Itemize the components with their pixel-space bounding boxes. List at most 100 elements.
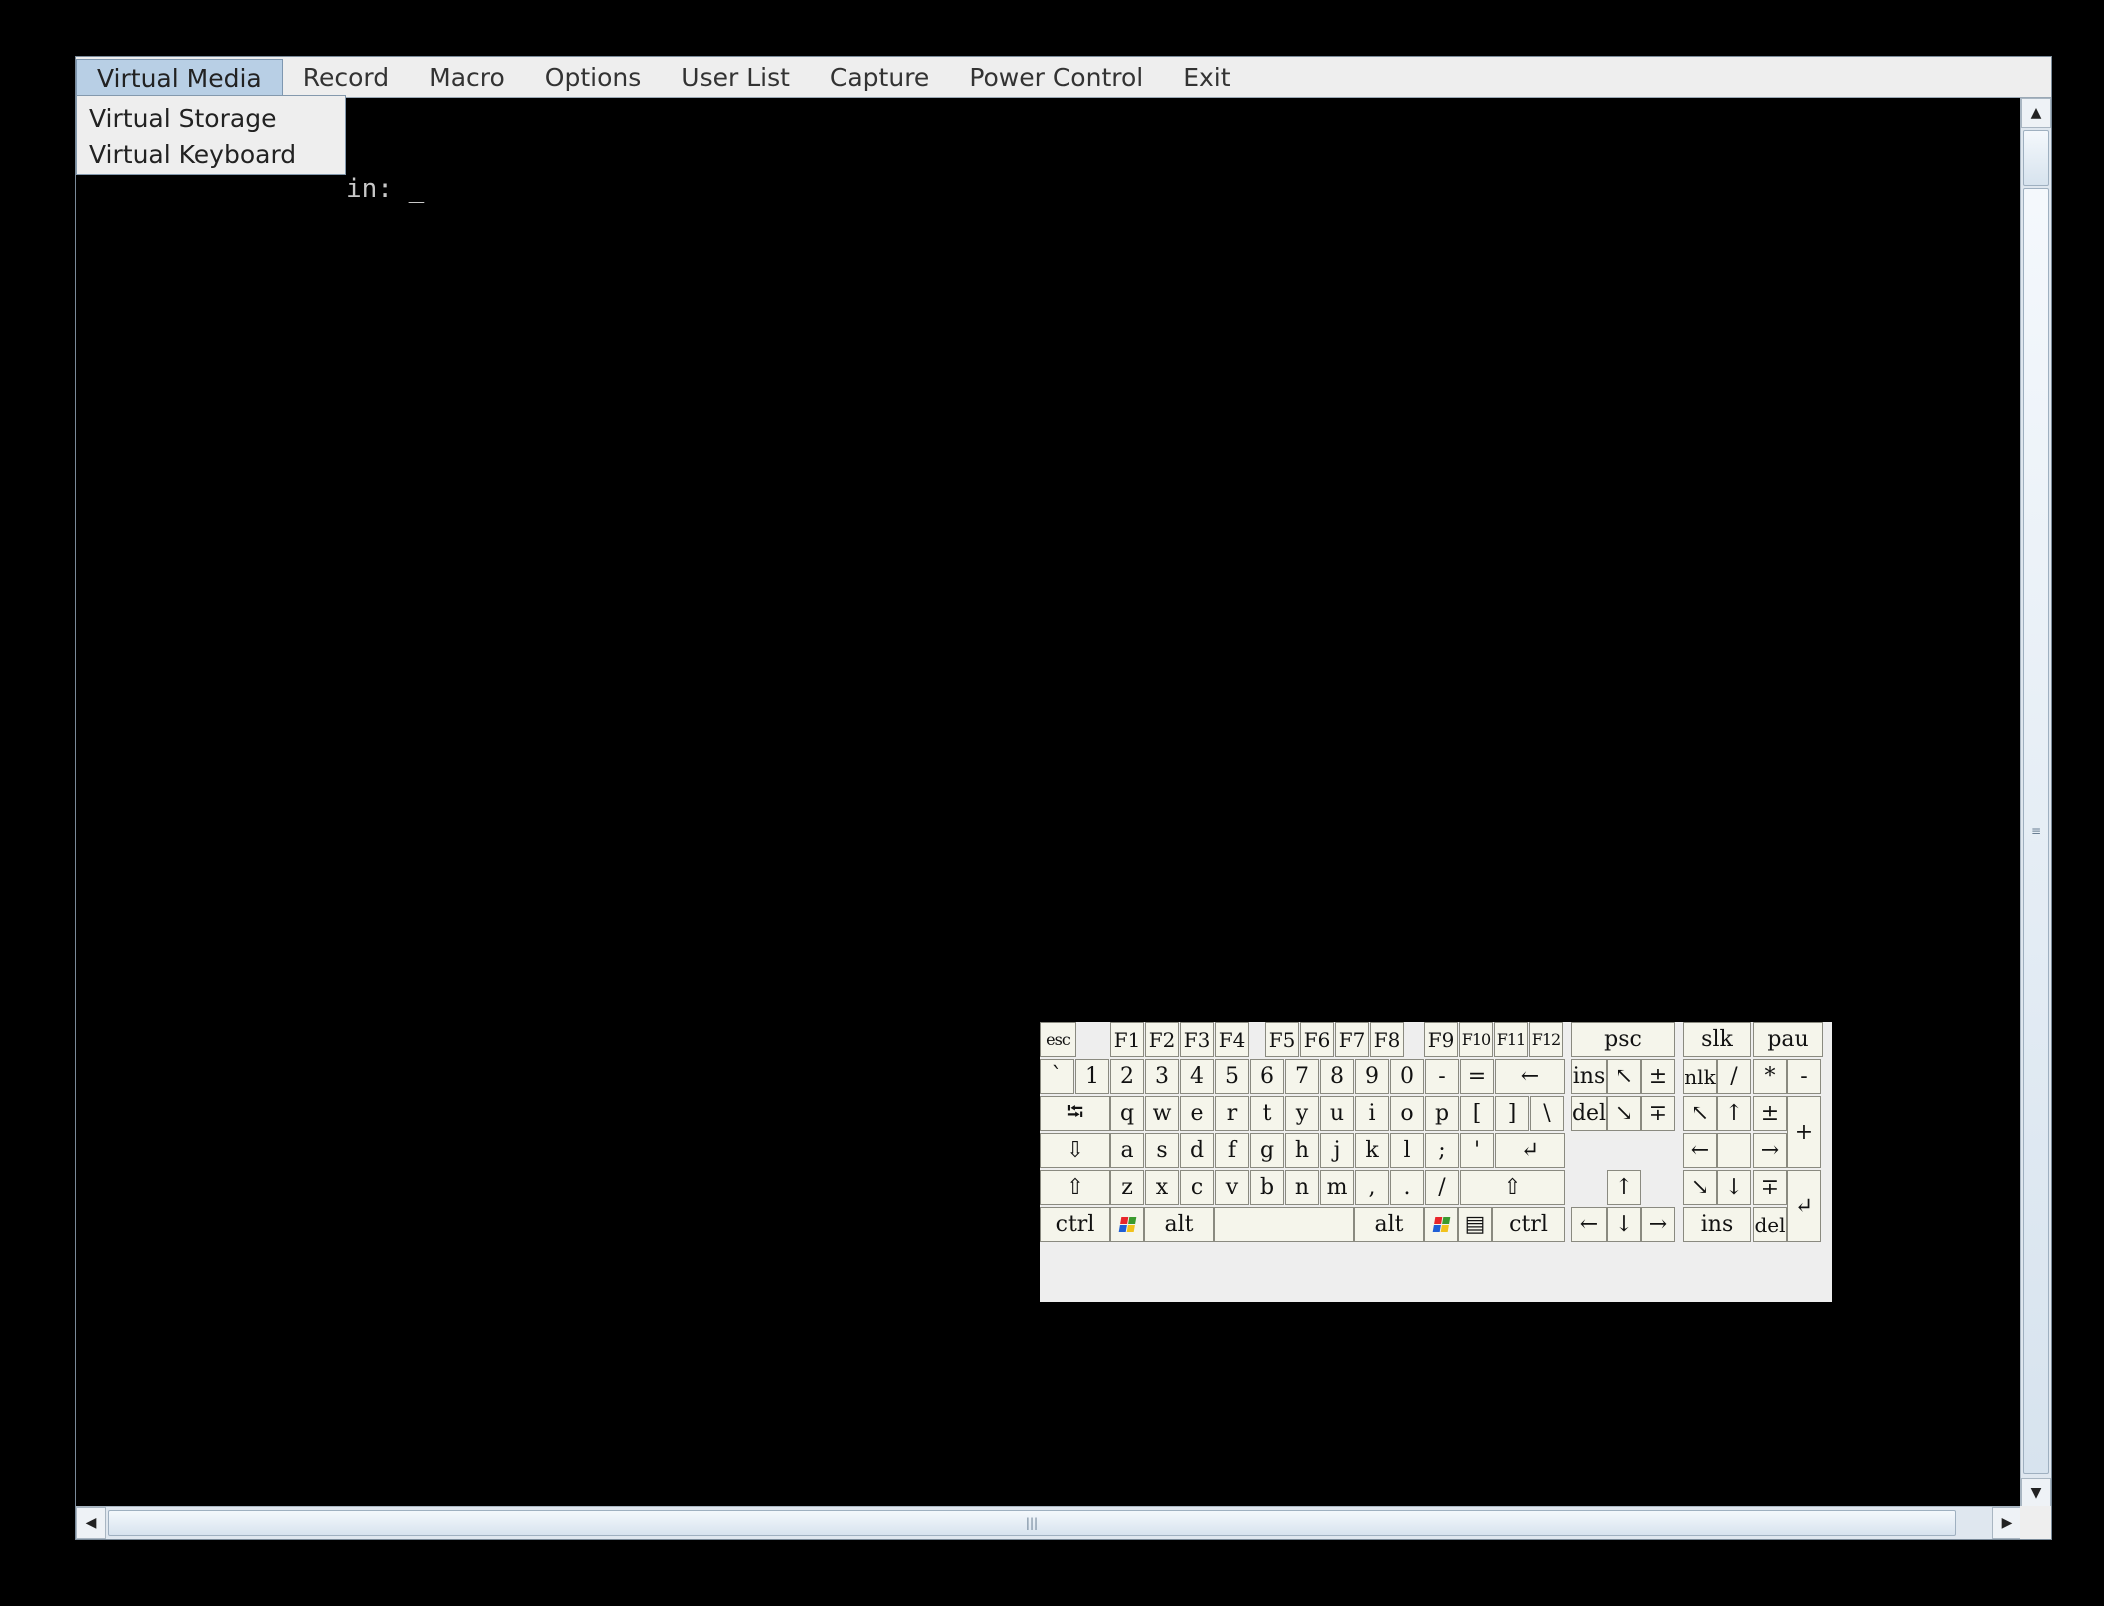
key-arrow-up[interactable]: ↑ [1607,1170,1641,1205]
key-np-divide[interactable]: / [1717,1059,1751,1094]
key-4-n4[interactable]: 4 [1180,1059,1214,1094]
menu-virtual-media[interactable]: Virtual Media [76,58,283,96]
key-x-z2[interactable]: x [1145,1170,1179,1205]
key-3-n3[interactable]: 3 [1145,1059,1179,1094]
key-space[interactable] [1214,1207,1354,1242]
key-left-shift[interactable]: ⇧ [1040,1170,1110,1205]
key-sym-n11[interactable]: - [1425,1059,1459,1094]
key-sym-z9[interactable]: . [1390,1170,1424,1205]
menu-power-control[interactable]: Power Control [949,59,1163,96]
key-np-5[interactable] [1717,1133,1751,1168]
key-g-a5[interactable]: g [1250,1133,1284,1168]
key-np-6[interactable]: → [1753,1133,1787,1168]
key-f4[interactable]: F4 [1215,1022,1249,1057]
key-d-a3[interactable]: d [1180,1133,1214,1168]
key-9-n9[interactable]: 9 [1355,1059,1389,1094]
key-left-win[interactable] [1110,1207,1144,1242]
key-right-ctrl[interactable]: ctrl [1492,1207,1565,1242]
key-sym-n12[interactable]: = [1460,1059,1494,1094]
key-p-q10[interactable]: p [1425,1096,1459,1131]
key-np-ins[interactable]: ins [1683,1207,1751,1242]
key-np-9[interactable]: ± [1753,1096,1787,1131]
key-nav-home[interactable]: ↖ [1607,1059,1641,1094]
key-pau[interactable]: pau [1753,1022,1823,1057]
key-f3[interactable]: F3 [1180,1022,1214,1057]
key-n-z6[interactable]: n [1285,1170,1319,1205]
key-8-n8[interactable]: 8 [1320,1059,1354,1094]
key-sym-a11[interactable]: ' [1460,1133,1494,1168]
menu-item-virtual-storage[interactable]: Virtual Storage [77,101,345,137]
vertical-scrollbar[interactable]: ▲ ≡ ▼ [2020,98,2051,1508]
key-sym-z10[interactable]: / [1425,1170,1459,1205]
key-numlock[interactable]: nlk [1683,1059,1717,1094]
key-np-2[interactable]: ↓ [1717,1170,1751,1205]
scroll-right-button[interactable]: ▶ [1992,1507,2022,1539]
key-v-z4[interactable]: v [1215,1170,1249,1205]
key-nav-end[interactable]: ↘ [1607,1096,1641,1131]
key-right-shift[interactable]: ⇧ [1460,1170,1565,1205]
menu-user-list[interactable]: User List [661,59,810,96]
horizontal-scrollbar[interactable]: ◀ ||| ▶ [76,1506,2022,1539]
key-np-plus[interactable]: + [1787,1096,1821,1168]
key-6-n6[interactable]: 6 [1250,1059,1284,1094]
key-sym-q13[interactable]: \ [1530,1096,1564,1131]
menu-options[interactable]: Options [525,59,661,96]
key-a-a1[interactable]: a [1110,1133,1144,1168]
key-np-8[interactable]: ↑ [1717,1096,1751,1131]
key-nav-ins[interactable]: ins [1571,1059,1607,1094]
key-sym-q12[interactable]: ] [1495,1096,1529,1131]
key-f12[interactable]: F12 [1529,1022,1563,1057]
key-f7[interactable]: F7 [1335,1022,1369,1057]
key-backspace[interactable]: ← [1495,1059,1565,1094]
key-f8[interactable]: F8 [1370,1022,1404,1057]
key-b-z5[interactable]: b [1250,1170,1284,1205]
key-l-a9[interactable]: l [1390,1133,1424,1168]
scroll-down-button[interactable]: ▼ [2021,1478,2051,1508]
menu-record[interactable]: Record [283,59,409,96]
key-5-n5[interactable]: 5 [1215,1059,1249,1094]
key-z-z1[interactable]: z [1110,1170,1144,1205]
key-s-a2[interactable]: s [1145,1133,1179,1168]
key-k-a8[interactable]: k [1355,1133,1389,1168]
key-np-4[interactable]: ← [1683,1133,1717,1168]
vertical-scroll-thumb[interactable] [2023,130,2049,186]
key-np-multiply[interactable]: * [1753,1059,1787,1094]
key-tab[interactable]: ⭾ [1040,1096,1110,1131]
key-np-minus[interactable]: - [1787,1059,1821,1094]
key-nav-pgdn[interactable]: ∓ [1641,1096,1675,1131]
key-u-q7[interactable]: u [1320,1096,1354,1131]
menu-item-virtual-keyboard[interactable]: Virtual Keyboard [77,137,345,173]
key-f11[interactable]: F11 [1494,1022,1528,1057]
key-menu[interactable]: ▤ [1458,1207,1492,1242]
key-j-a7[interactable]: j [1320,1133,1354,1168]
key-f10[interactable]: F10 [1459,1022,1493,1057]
key-left-alt[interactable]: alt [1144,1207,1214,1242]
menu-capture[interactable]: Capture [810,59,949,96]
key-sym-n0[interactable]: ` [1040,1059,1074,1094]
key-q-q1[interactable]: q [1110,1096,1144,1131]
key-i-q8[interactable]: i [1355,1096,1389,1131]
key-f5[interactable]: F5 [1265,1022,1299,1057]
vertical-scroll-track[interactable]: ≡ [2023,188,2049,1474]
key-arrow-down[interactable]: ↓ [1607,1207,1641,1242]
key-np-del[interactable]: del [1753,1207,1787,1242]
key-arrow-right[interactable]: → [1641,1207,1675,1242]
key-sym-a10[interactable]: ; [1425,1133,1459,1168]
key-t-q5[interactable]: t [1250,1096,1284,1131]
scroll-left-button[interactable]: ◀ [76,1507,106,1539]
key-arrow-left[interactable]: ← [1571,1207,1607,1242]
key-np-7[interactable]: ↖ [1683,1096,1717,1131]
key-slk[interactable]: slk [1683,1022,1751,1057]
key-c-z3[interactable]: c [1180,1170,1214,1205]
key-0-n10[interactable]: 0 [1390,1059,1424,1094]
key-np-enter[interactable]: ↵ [1787,1170,1821,1242]
key-sym-q11[interactable]: [ [1460,1096,1494,1131]
menu-exit[interactable]: Exit [1163,59,1250,96]
key-left-ctrl[interactable]: ctrl [1040,1207,1110,1242]
key-esc[interactable]: esc [1040,1022,1076,1057]
key-1-n1[interactable]: 1 [1075,1059,1109,1094]
key-np-1[interactable]: ↘ [1683,1170,1717,1205]
key-nav-pgup[interactable]: ± [1641,1059,1675,1094]
key-e-q3[interactable]: e [1180,1096,1214,1131]
key-r-q4[interactable]: r [1215,1096,1249,1131]
